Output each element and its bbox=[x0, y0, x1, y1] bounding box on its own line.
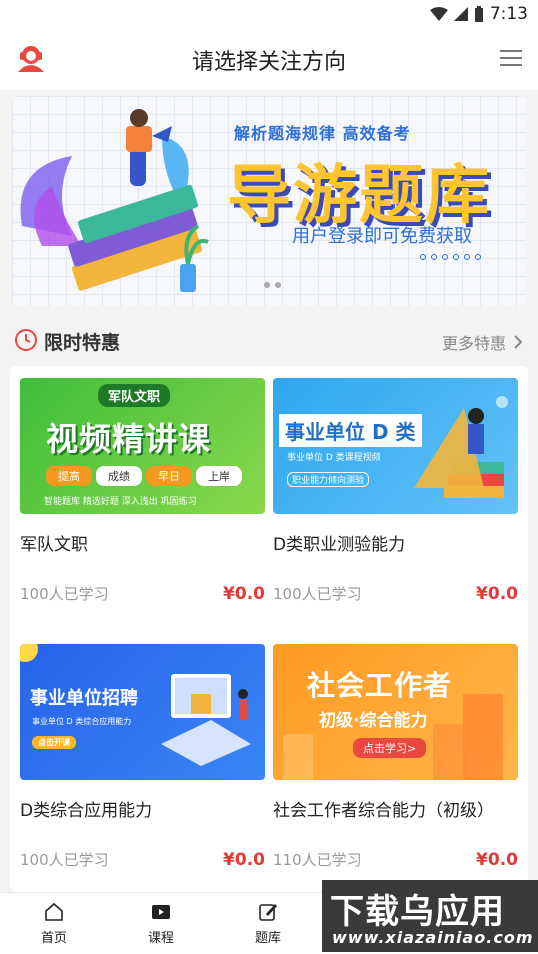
thumb-line: 事业单位 D 类综合应用能力 bbox=[32, 717, 132, 726]
section-header: 限时特惠 更多特惠 bbox=[0, 318, 538, 362]
clock-icon bbox=[15, 329, 37, 351]
banner-tagline: 解析题海规律 高效备考 bbox=[234, 124, 411, 143]
course-list: 军队文职 视频精讲课 提高 成绩 早日 上岸 智能题库 精选好题 深入浅出 巩固… bbox=[10, 366, 528, 892]
more-deals-link[interactable]: 更多特惠 bbox=[442, 330, 522, 354]
thumb-headline: 社会工作者 bbox=[307, 669, 453, 702]
thumb-cta: 点击开课 bbox=[32, 736, 76, 749]
thumb-illustration bbox=[414, 396, 508, 498]
nav-label: 首页 bbox=[40, 931, 67, 946]
course-name: D类综合应用能力 bbox=[20, 801, 153, 821]
course-thumbnail: 事业单位 D 类 事业单位 D 类课程视频 职业能力倾向测验 bbox=[273, 378, 518, 514]
course-price: ¥0.0 bbox=[476, 849, 518, 870]
chevron-right-icon bbox=[514, 335, 522, 349]
course-name: 军队文职 bbox=[20, 535, 88, 555]
signal-icon bbox=[453, 7, 468, 21]
battery-icon bbox=[474, 6, 483, 22]
banner-subtitle: 用户登录即可免费获取 bbox=[292, 226, 472, 247]
edit-icon bbox=[259, 904, 277, 921]
course-meta: 100人已学习 ¥0.0 bbox=[273, 583, 518, 604]
nav-item-question-bank[interactable]: 题库 bbox=[238, 901, 298, 946]
nav-label: 题库 bbox=[254, 931, 281, 946]
thumb-pill: 成绩 bbox=[96, 466, 142, 486]
course-meta: 110人已学习 ¥0.0 bbox=[273, 849, 518, 870]
page-title[interactable]: 请选择关注方向 bbox=[0, 44, 538, 76]
course-meta: 100人已学习 ¥0.0 bbox=[20, 849, 265, 870]
nav-item-home[interactable]: 首页 bbox=[24, 901, 84, 946]
course-meta: 100人已学习 ¥0.0 bbox=[20, 583, 265, 604]
menu-icon[interactable] bbox=[500, 50, 522, 66]
thumb-badge: 军队文职 bbox=[98, 384, 171, 407]
course-thumbnail: 事业单位招聘 事业单位 D 类综合应用能力 点击开课 bbox=[20, 644, 265, 780]
thumb-line: 初级·综合能力 bbox=[319, 711, 428, 731]
course-card[interactable]: 事业单位招聘 事业单位 D 类综合应用能力 点击开课 D类综合应用能力 100人… bbox=[20, 644, 265, 870]
course-card[interactable]: 社会工作者 初级·综合能力 点击学习> 社会工作者综合能力（初级） 110人已学… bbox=[273, 644, 518, 870]
course-name: D类职业测验能力 bbox=[273, 535, 406, 555]
thumb-line: 职业能力倾向测验 bbox=[287, 472, 370, 487]
course-card[interactable]: 军队文职 视频精讲课 提高 成绩 早日 上岸 智能题库 精选好题 深入浅出 巩固… bbox=[20, 378, 265, 604]
thumb-headline: 视频精讲课 bbox=[46, 420, 212, 458]
video-icon bbox=[152, 905, 170, 919]
learner-count: 100人已学习 bbox=[20, 585, 109, 603]
course-thumbnail: 社会工作者 初级·综合能力 点击学习> bbox=[273, 644, 518, 780]
watermark-main: 下载乌应用 bbox=[330, 892, 505, 932]
banner-illustration bbox=[20, 109, 226, 306]
thumb-headline: 事业单位招聘 bbox=[30, 688, 138, 709]
thumb-headline: 事业单位 D 类 bbox=[279, 414, 422, 447]
thumb-pill: 上岸 bbox=[196, 466, 242, 486]
watermark-sub: www.xiazainiao.com bbox=[332, 928, 534, 947]
thumb-illustration bbox=[161, 674, 251, 766]
carousel-indicator[interactable] bbox=[264, 282, 281, 288]
course-name: 社会工作者综合能力（初级） bbox=[273, 801, 494, 821]
home-icon bbox=[45, 902, 63, 921]
thumb-footer: 智能题库 精选好题 深入浅出 巩固练习 bbox=[44, 497, 197, 507]
app-bar: 请选择关注方向 bbox=[0, 28, 538, 90]
course-price: ¥0.0 bbox=[476, 583, 518, 604]
status-bar: 7:13 bbox=[0, 0, 538, 28]
thumb-line: 事业单位 D 类课程视频 bbox=[287, 453, 381, 463]
learner-count: 110人已学习 bbox=[273, 851, 362, 869]
thumb-sun-decoration bbox=[20, 644, 38, 662]
nav-label: 课程 bbox=[147, 931, 174, 946]
course-thumbnail: 军队文职 视频精讲课 提高 成绩 早日 上岸 智能题库 精选好题 深入浅出 巩固… bbox=[20, 378, 265, 514]
more-deals-label: 更多特惠 bbox=[441, 334, 506, 353]
nav-item-courses[interactable]: 课程 bbox=[131, 901, 191, 946]
status-time: 7:13 bbox=[489, 4, 528, 24]
promo-banner[interactable]: 解析题海规律 高效备考 导游题库 用户登录即可免费获取 bbox=[12, 96, 526, 306]
course-price: ¥0.0 bbox=[223, 849, 265, 870]
banner-dots-decoration bbox=[420, 254, 481, 260]
section-title: 限时特惠 bbox=[44, 332, 121, 354]
thumb-pill: 提高 bbox=[46, 466, 92, 486]
wifi-icon bbox=[429, 7, 448, 21]
learner-count: 100人已学习 bbox=[273, 585, 362, 603]
thumb-pill: 早日 bbox=[146, 466, 192, 486]
course-card[interactable]: 事业单位 D 类 事业单位 D 类课程视频 职业能力倾向测验 D类职业测验能力 … bbox=[273, 378, 518, 604]
thumb-cta: 点击学习> bbox=[353, 738, 427, 758]
course-price: ¥0.0 bbox=[223, 583, 265, 604]
learner-count: 100人已学习 bbox=[20, 851, 109, 869]
watermark: 下载乌应用 www.xiazainiao.com bbox=[322, 880, 538, 952]
thumb-pills: 提高 成绩 早日 上岸 bbox=[46, 466, 242, 486]
